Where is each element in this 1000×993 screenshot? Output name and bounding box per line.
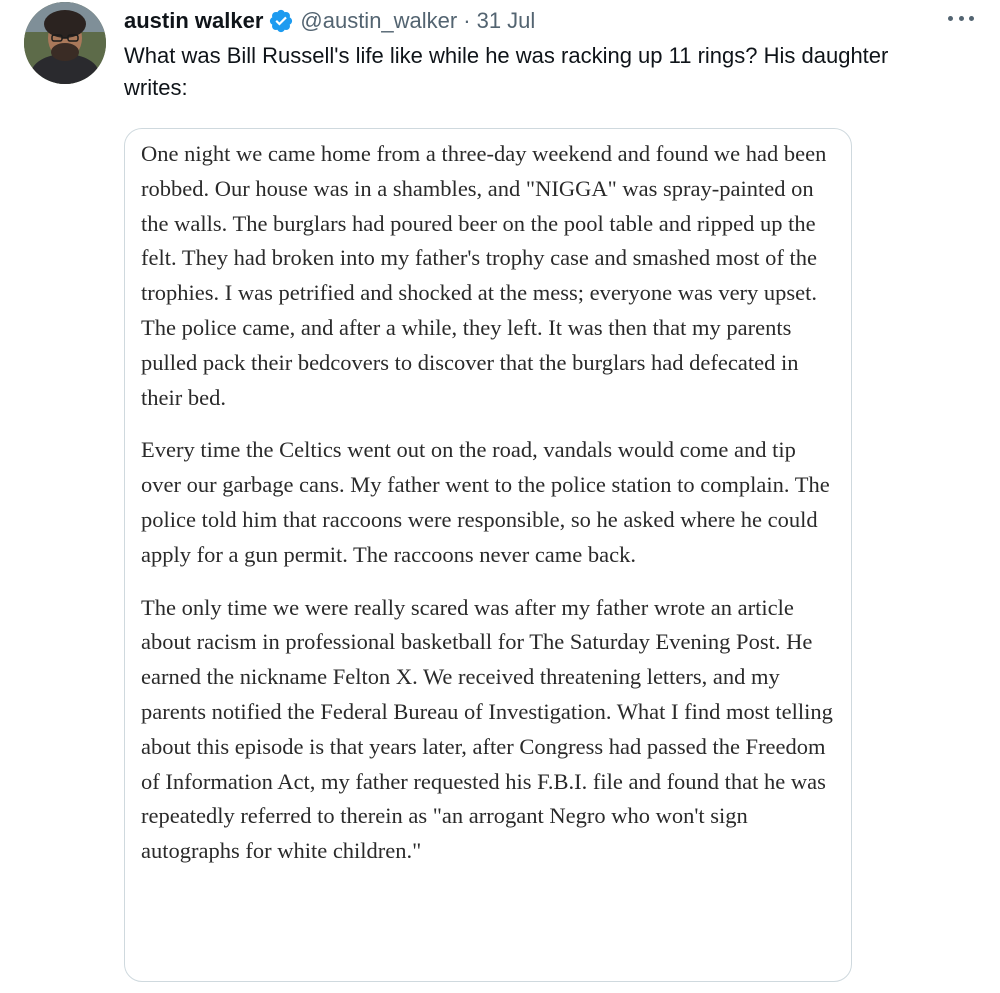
more-dot xyxy=(948,15,953,21)
tweet-header: austin walker @austin_walker · 31 Jul xyxy=(124,4,535,38)
avatar[interactable] xyxy=(24,2,106,84)
user-handle[interactable]: @austin_walker xyxy=(300,4,457,38)
display-name[interactable]: austin walker xyxy=(124,4,263,38)
excerpt-paragraph: Every time the Celtics went out on the r… xyxy=(141,437,830,567)
quoted-excerpt-card[interactable]: One night we came home from a three-day … xyxy=(124,128,852,982)
quoted-excerpt-body: One night we came home from a three-day … xyxy=(141,137,841,887)
excerpt-paragraph: The only time we were really scared was … xyxy=(141,594,833,864)
verified-badge-icon xyxy=(268,8,294,34)
more-dot xyxy=(958,15,964,21)
more-dot xyxy=(969,15,974,21)
avatar-photo-icon xyxy=(24,2,106,84)
more-options-icon[interactable] xyxy=(948,8,974,28)
tweet-text: What was Bill Russell's life like while … xyxy=(124,43,889,100)
separator-dot: · xyxy=(463,8,471,33)
tweet-date[interactable]: 31 Jul xyxy=(477,4,536,38)
excerpt-paragraph: One night we came home from a three-day … xyxy=(141,141,827,410)
